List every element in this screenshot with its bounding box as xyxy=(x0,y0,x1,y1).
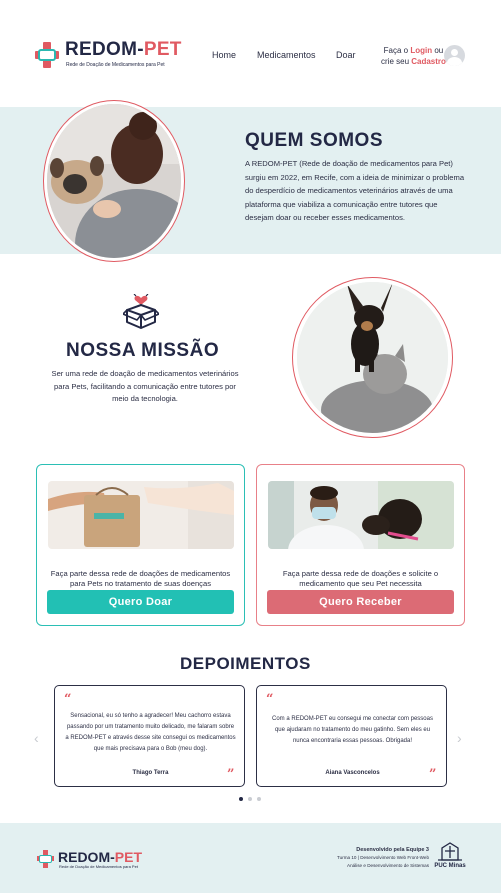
donate-card: Faça parte dessa rede de doações de medi… xyxy=(36,464,245,626)
dog-and-cat-photo xyxy=(297,282,448,433)
footer-logo[interactable]: REDOM-PET Rede de Doação de Medicamentos… xyxy=(37,848,147,870)
about-text: A REDOM-PET (Rede de doação de medicamen… xyxy=(245,159,465,222)
mission-text: Ser uma rede de doação de medicamentos v… xyxy=(51,369,239,403)
donate-card-text: Faça parte dessa rede de doações de medi… xyxy=(50,569,231,588)
receive-card: Faça parte dessa rede de doações e solic… xyxy=(256,464,465,626)
receive-card-text: Faça parte dessa rede de doações e solic… xyxy=(282,569,439,588)
carousel-dot[interactable] xyxy=(257,797,261,801)
testimonial-author: Thiago Terra xyxy=(132,770,169,776)
puc-label: PUC Minas xyxy=(434,863,466,869)
footer-logo-title: REDOM-PET xyxy=(58,849,143,865)
close-quote-icon: ” xyxy=(429,767,437,782)
register-link[interactable]: Cadastro xyxy=(411,57,446,66)
vet-with-dog-photo xyxy=(268,481,454,549)
close-quote-icon: ” xyxy=(227,767,235,782)
logo-title: REDOM-PET xyxy=(65,39,182,60)
medical-cross-icon xyxy=(37,850,54,868)
testimonial-card: “ Sensacional, eu só tenho a agradecer! … xyxy=(54,685,245,787)
carousel-dot-active[interactable] xyxy=(239,797,243,801)
donation-box-heart-icon xyxy=(122,293,160,330)
testimonial-card: “ Com a REDOM-PET eu consegui me conecta… xyxy=(256,685,447,787)
footer-credits: Desenvolvido pela Equipe 3 Turma 10 | De… xyxy=(315,846,429,870)
donate-button[interactable]: Quero Doar xyxy=(47,590,234,614)
handing-package-photo xyxy=(48,481,234,549)
nav-doar[interactable]: Doar xyxy=(336,50,356,60)
testimonial-text: Com a REDOM-PET eu consegui me conectar … xyxy=(272,716,433,744)
account-links: Faça o Login ou crie seu Cadastro xyxy=(381,46,446,66)
testimonial-author: Aiana Vasconcelos xyxy=(325,770,380,776)
logo-subtitle: Rede de Doação de Medicamentos para Pet xyxy=(66,62,165,68)
footer-logo-subtitle: Rede de Doação de Medicamentos para Pet xyxy=(59,864,138,869)
credit-line: Turma 10 | Desenvolvimento Web Front-Web xyxy=(337,855,429,860)
nav-medicamentos[interactable]: Medicamentos xyxy=(257,50,316,60)
about-title: QUEM SOMOS xyxy=(245,130,384,151)
carousel-next-icon[interactable]: › xyxy=(457,730,462,746)
user-avatar-icon[interactable] xyxy=(444,45,465,66)
carousel-prev-icon[interactable]: ‹ xyxy=(34,730,39,746)
open-quote-icon: “ xyxy=(266,692,274,707)
credit-title: Desenvolvido pela Equipe 3 xyxy=(356,847,429,853)
woman-holding-dog-photo xyxy=(47,104,181,258)
testimonial-text: Sensacional, eu só tenho a agradecer! Me… xyxy=(65,713,236,752)
puc-minas-logo: PUC Minas xyxy=(433,842,467,872)
medical-cross-icon xyxy=(35,42,59,68)
receive-button[interactable]: Quero Receber xyxy=(267,590,454,614)
mission-title: NOSSA MISSÃO xyxy=(66,340,220,361)
open-quote-icon: “ xyxy=(64,692,72,707)
brand-logo[interactable]: REDOM-PET Rede de Doação de Medicamentos… xyxy=(35,39,185,72)
site-header: REDOM-PET Rede de Doação de Medicamentos… xyxy=(0,0,501,100)
puc-crest-icon xyxy=(438,842,462,861)
carousel-dot[interactable] xyxy=(248,797,252,801)
testimonials-title: DEPOIMENTOS xyxy=(180,654,311,673)
credit-line: Análise e Desenvolvimento de Sistemas xyxy=(347,863,429,868)
nav-home[interactable]: Home xyxy=(212,50,236,60)
login-link[interactable]: Login xyxy=(410,46,432,55)
